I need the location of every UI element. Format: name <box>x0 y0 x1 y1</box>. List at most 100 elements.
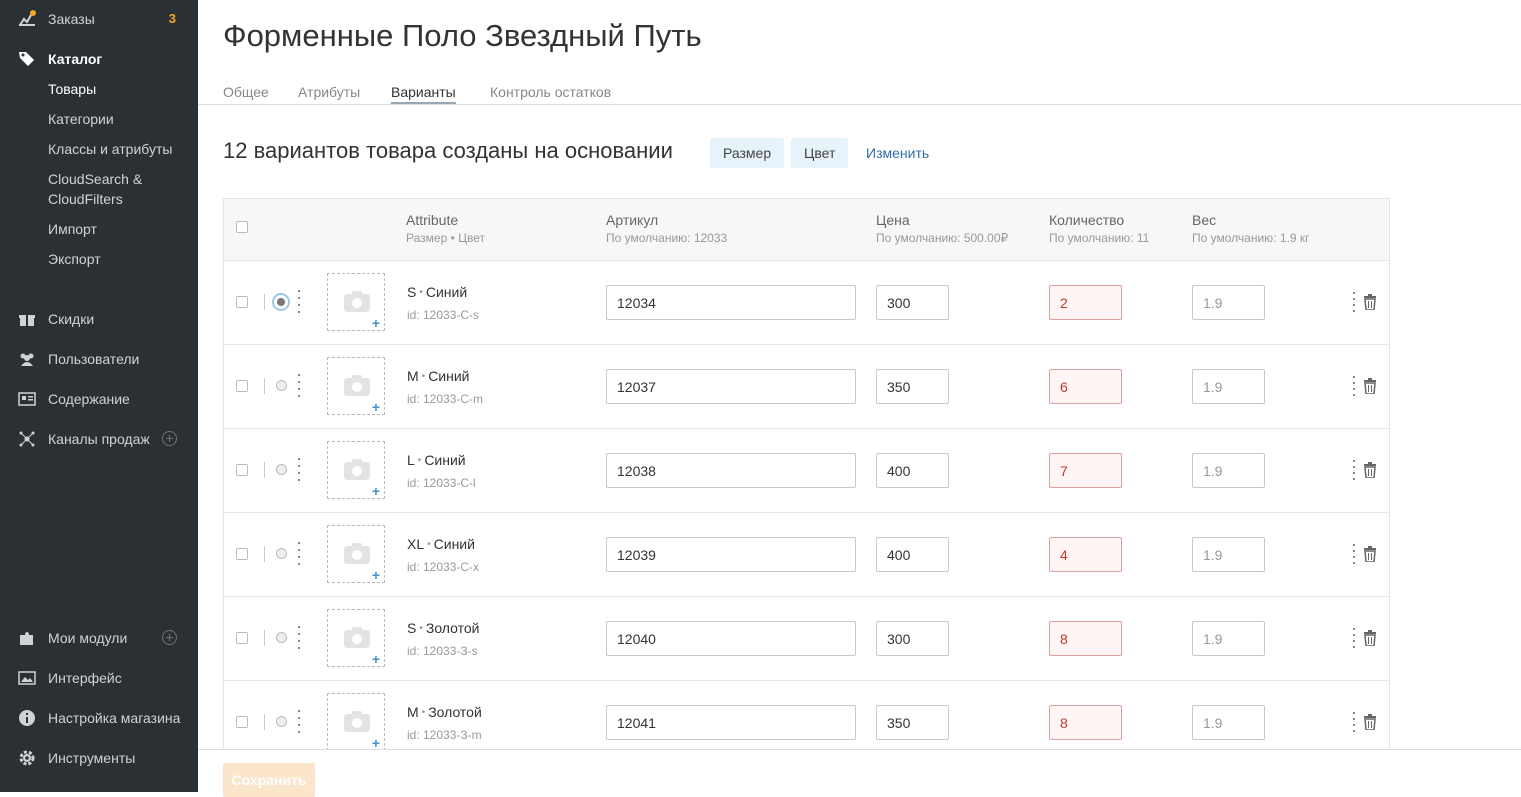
chip-color[interactable]: Цвет <box>791 138 849 168</box>
sidebar-subitem-export[interactable]: Экспорт <box>48 249 101 269</box>
variant-photo-upload[interactable]: + <box>327 273 385 331</box>
add-channel-icon[interactable] <box>162 431 177 446</box>
row-checkbox[interactable] <box>236 548 248 560</box>
price-input[interactable] <box>876 285 949 320</box>
sidebar-item-channels[interactable]: Каналы продаж <box>0 427 198 451</box>
sku-input[interactable] <box>606 369 856 404</box>
drag-handle-icon[interactable] <box>298 374 301 398</box>
variant-color: Золотой <box>428 704 482 720</box>
row-menu-handle-icon[interactable] <box>1353 544 1356 566</box>
chip-size[interactable]: Размер <box>710 138 785 168</box>
row-menu-handle-icon[interactable] <box>1353 712 1356 734</box>
trash-icon[interactable] <box>1363 462 1377 478</box>
drag-handle-icon[interactable] <box>298 542 301 566</box>
variant-photo-upload[interactable]: + <box>327 525 385 583</box>
edit-variants-link[interactable]: Изменить <box>866 145 929 161</box>
quantity-input[interactable] <box>1049 705 1122 740</box>
price-input[interactable] <box>876 537 949 572</box>
sidebar-subitem-classes[interactable]: Классы и атрибуты <box>48 139 172 159</box>
quantity-input[interactable] <box>1049 621 1122 656</box>
sidebar-subitem-import[interactable]: Импорт <box>48 219 97 239</box>
trash-icon[interactable] <box>1363 294 1377 310</box>
sku-input[interactable] <box>606 705 856 740</box>
sidebar-item-catalog[interactable]: Каталог <box>0 47 198 71</box>
variant-id: id: 12033-З-s <box>407 644 478 658</box>
default-variant-radio[interactable] <box>276 548 287 559</box>
sidebar-item-content[interactable]: Содержание <box>0 387 198 411</box>
quantity-input[interactable] <box>1049 537 1122 572</box>
row-checkbox[interactable] <box>236 296 248 308</box>
tab-attributes[interactable]: Атрибуты <box>298 84 360 102</box>
row-checkbox[interactable] <box>236 380 248 392</box>
tab-variants[interactable]: Варианты <box>391 84 456 104</box>
tab-stock-control[interactable]: Контроль остатков <box>490 84 611 102</box>
quantity-input[interactable] <box>1049 453 1122 488</box>
price-input[interactable] <box>876 369 949 404</box>
weight-input[interactable] <box>1192 621 1265 656</box>
price-input[interactable] <box>876 453 949 488</box>
weight-input[interactable] <box>1192 369 1265 404</box>
sidebar-subitem-cloudsearch[interactable]: CloudSearch & <box>48 169 142 189</box>
trash-icon[interactable] <box>1363 714 1377 730</box>
default-variant-radio[interactable] <box>272 293 290 311</box>
quantity-input[interactable] <box>1049 369 1122 404</box>
sku-input[interactable] <box>606 621 856 656</box>
column-qty-label: Количество <box>1049 212 1125 228</box>
drag-handle-icon[interactable] <box>298 458 301 482</box>
row-menu-handle-icon[interactable] <box>1353 460 1356 482</box>
quantity-input[interactable] <box>1049 285 1122 320</box>
price-input[interactable] <box>876 705 949 740</box>
default-variant-radio[interactable] <box>276 380 287 391</box>
sidebar-item-store-settings[interactable]: Настройка магазина <box>0 706 198 730</box>
trash-icon[interactable] <box>1363 378 1377 394</box>
sidebar-subitem-products[interactable]: Товары <box>48 79 96 99</box>
sku-input[interactable] <box>606 285 856 320</box>
sku-input[interactable] <box>606 453 856 488</box>
row-checkbox[interactable] <box>236 464 248 476</box>
sidebar-item-modules[interactable]: Мои модули <box>0 626 198 650</box>
default-variant-radio[interactable] <box>276 464 287 475</box>
weight-input[interactable] <box>1192 537 1265 572</box>
tag-icon <box>19 52 34 66</box>
weight-input[interactable] <box>1192 705 1265 740</box>
sidebar-item-discounts[interactable]: Скидки <box>0 307 198 331</box>
sku-input[interactable] <box>606 537 856 572</box>
variant-id: id: 12033-С-x <box>407 560 480 574</box>
sidebar-subitem-cloudfilters[interactable]: CloudFilters <box>48 189 123 209</box>
default-variant-radio[interactable] <box>276 632 287 643</box>
drag-handle-icon[interactable] <box>298 290 301 314</box>
row-menu-handle-icon[interactable] <box>1353 376 1356 398</box>
drag-handle-icon[interactable] <box>298 626 301 650</box>
default-variant-radio[interactable] <box>276 716 287 727</box>
variant-photo-upload[interactable]: + <box>327 441 385 499</box>
column-attribute-label: Attribute <box>406 212 459 228</box>
row-checkbox[interactable] <box>236 716 248 728</box>
sidebar-item-users[interactable]: Пользователи <box>0 347 198 371</box>
variant-photo-upload[interactable]: + <box>327 609 385 667</box>
variant-photo-upload[interactable]: + <box>327 357 385 415</box>
variant-color: Синий <box>433 536 475 552</box>
tab-general[interactable]: Общее <box>223 84 269 102</box>
trash-icon[interactable] <box>1363 630 1377 646</box>
variant-color: Золотой <box>425 620 480 636</box>
column-attribute-default: Размер • Цвет <box>406 231 486 245</box>
variant-photo-upload[interactable]: + <box>327 693 385 750</box>
weight-input[interactable] <box>1192 453 1265 488</box>
price-input[interactable] <box>876 621 949 656</box>
page-title: Форменные Поло Звездный Путь <box>223 18 702 53</box>
row-checkbox[interactable] <box>236 632 248 644</box>
row-menu-handle-icon[interactable] <box>1353 292 1356 314</box>
variant-name: M • Золотой <box>407 704 482 720</box>
drag-handle-icon[interactable] <box>298 710 301 734</box>
sidebar-item-tools[interactable]: Инструменты <box>0 746 198 770</box>
add-module-icon[interactable] <box>162 630 177 645</box>
weight-input[interactable] <box>1192 285 1265 320</box>
footer-divider <box>198 749 1521 750</box>
trash-icon[interactable] <box>1363 546 1377 562</box>
dot-separator: • <box>419 287 423 298</box>
row-menu-handle-icon[interactable] <box>1353 628 1356 650</box>
sidebar-item-orders[interactable]: Заказы 3 <box>0 7 198 31</box>
sidebar-subitem-categories[interactable]: Категории <box>48 109 114 129</box>
sidebar-item-interface[interactable]: Интерфейс <box>0 666 198 690</box>
select-all-checkbox[interactable] <box>236 221 248 233</box>
